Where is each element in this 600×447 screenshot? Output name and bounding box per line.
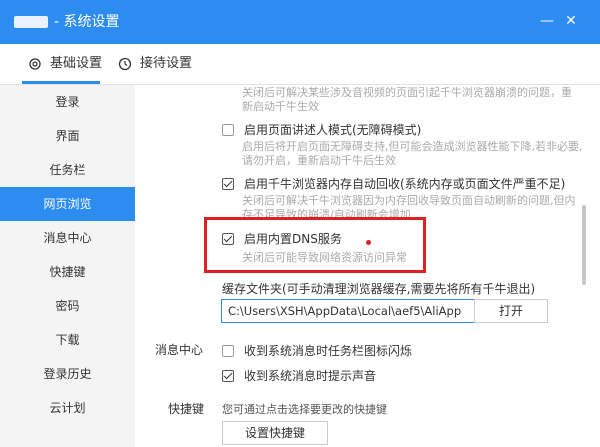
sound-alert-checkbox[interactable] xyxy=(222,369,234,382)
sound-alert-label: 收到系统消息时提示声音 xyxy=(244,369,377,383)
narrator-label: 启用页面讲述人模式(无障碍模式) xyxy=(244,123,422,137)
content-scrollbar[interactable] xyxy=(582,205,586,285)
highlight-box xyxy=(204,217,426,273)
sidebar-item-interface[interactable]: 界面 xyxy=(0,119,135,153)
sidebar-item-taskbar[interactable]: 任务栏 xyxy=(0,153,135,187)
settings-tabs: 基础设置 接待设置 xyxy=(0,44,600,85)
flash-icon-label: 收到系统消息时任务栏图标闪烁 xyxy=(244,344,413,358)
sidebar-item-download[interactable]: 下载 xyxy=(0,323,135,357)
memory-recycle-option[interactable]: 启用千牛浏览器内存自动回收(系统内存或页面文件严重不足) xyxy=(222,175,565,192)
cache-path-field[interactable]: C:\Users\XSH\AppData\Local\aef5\AliApp xyxy=(221,299,489,323)
tab-reception-label: 接待设置 xyxy=(140,56,193,71)
gear-icon xyxy=(29,58,41,70)
sidebar: 登录 界面 任务栏 网页浏览 消息中心 快捷键 密码 下载 登录历史 云计划 xyxy=(0,85,135,447)
window-title: - 系统设置 xyxy=(54,14,120,30)
sidebar-item-web-browsing[interactable]: 网页浏览 xyxy=(0,187,135,221)
sidebar-item-shortcuts[interactable]: 快捷键 xyxy=(0,255,135,289)
narrator-checkbox[interactable] xyxy=(222,123,234,136)
close-button[interactable]: ✕ xyxy=(560,10,582,32)
memory-recycle-checkbox[interactable] xyxy=(222,177,234,190)
set-shortcut-button[interactable]: 设置快捷键 xyxy=(222,421,328,445)
tab-basic-settings[interactable]: 基础设置 xyxy=(28,44,102,84)
narrator-option[interactable]: 启用页面讲述人模式(无障碍模式) xyxy=(222,121,421,138)
flash-icon-option[interactable]: 收到系统消息时任务栏图标闪烁 xyxy=(222,342,412,359)
sidebar-item-cloud-plan[interactable]: 云计划 xyxy=(0,391,135,425)
red-marker-dot xyxy=(366,240,371,245)
flash-icon-checkbox[interactable] xyxy=(222,344,234,357)
minimize-button[interactable]: — xyxy=(536,10,558,32)
tab-basic-label: 基础设置 xyxy=(50,56,103,71)
cache-folder-label: 缓存文件夹(可手动清理浏览器缓存,需要先将所有千牛退出) xyxy=(222,282,536,296)
shortcut-desc: 您可通过点击选择要更改的快捷键 xyxy=(222,403,387,416)
tab-reception-settings[interactable]: 接待设置 xyxy=(118,44,192,84)
sidebar-item-password[interactable]: 密码 xyxy=(0,289,135,323)
narrator-desc-line-2: 请勿开启，重新启动千牛后生效 xyxy=(242,154,396,167)
top-desc-line-2: 新启动千牛生效 xyxy=(242,100,319,113)
message-center-label: 消息中心 xyxy=(155,343,204,357)
title-bar: - 系统设置 — ✕ xyxy=(0,0,600,44)
shortcut-label: 快捷键 xyxy=(168,402,205,416)
sidebar-item-message-center[interactable]: 消息中心 xyxy=(0,221,135,255)
sidebar-item-login-history[interactable]: 登录历史 xyxy=(0,357,135,391)
open-folder-button[interactable]: 打开 xyxy=(474,299,548,323)
sidebar-item-login[interactable]: 登录 xyxy=(0,85,135,119)
clock-icon xyxy=(118,57,132,71)
active-tab-indicator xyxy=(22,81,100,84)
memory-recycle-label: 启用千牛浏览器内存自动回收(系统内存或页面文件严重不足) xyxy=(244,177,566,191)
app-logo xyxy=(14,16,48,28)
sound-alert-option[interactable]: 收到系统消息时提示声音 xyxy=(222,367,376,384)
